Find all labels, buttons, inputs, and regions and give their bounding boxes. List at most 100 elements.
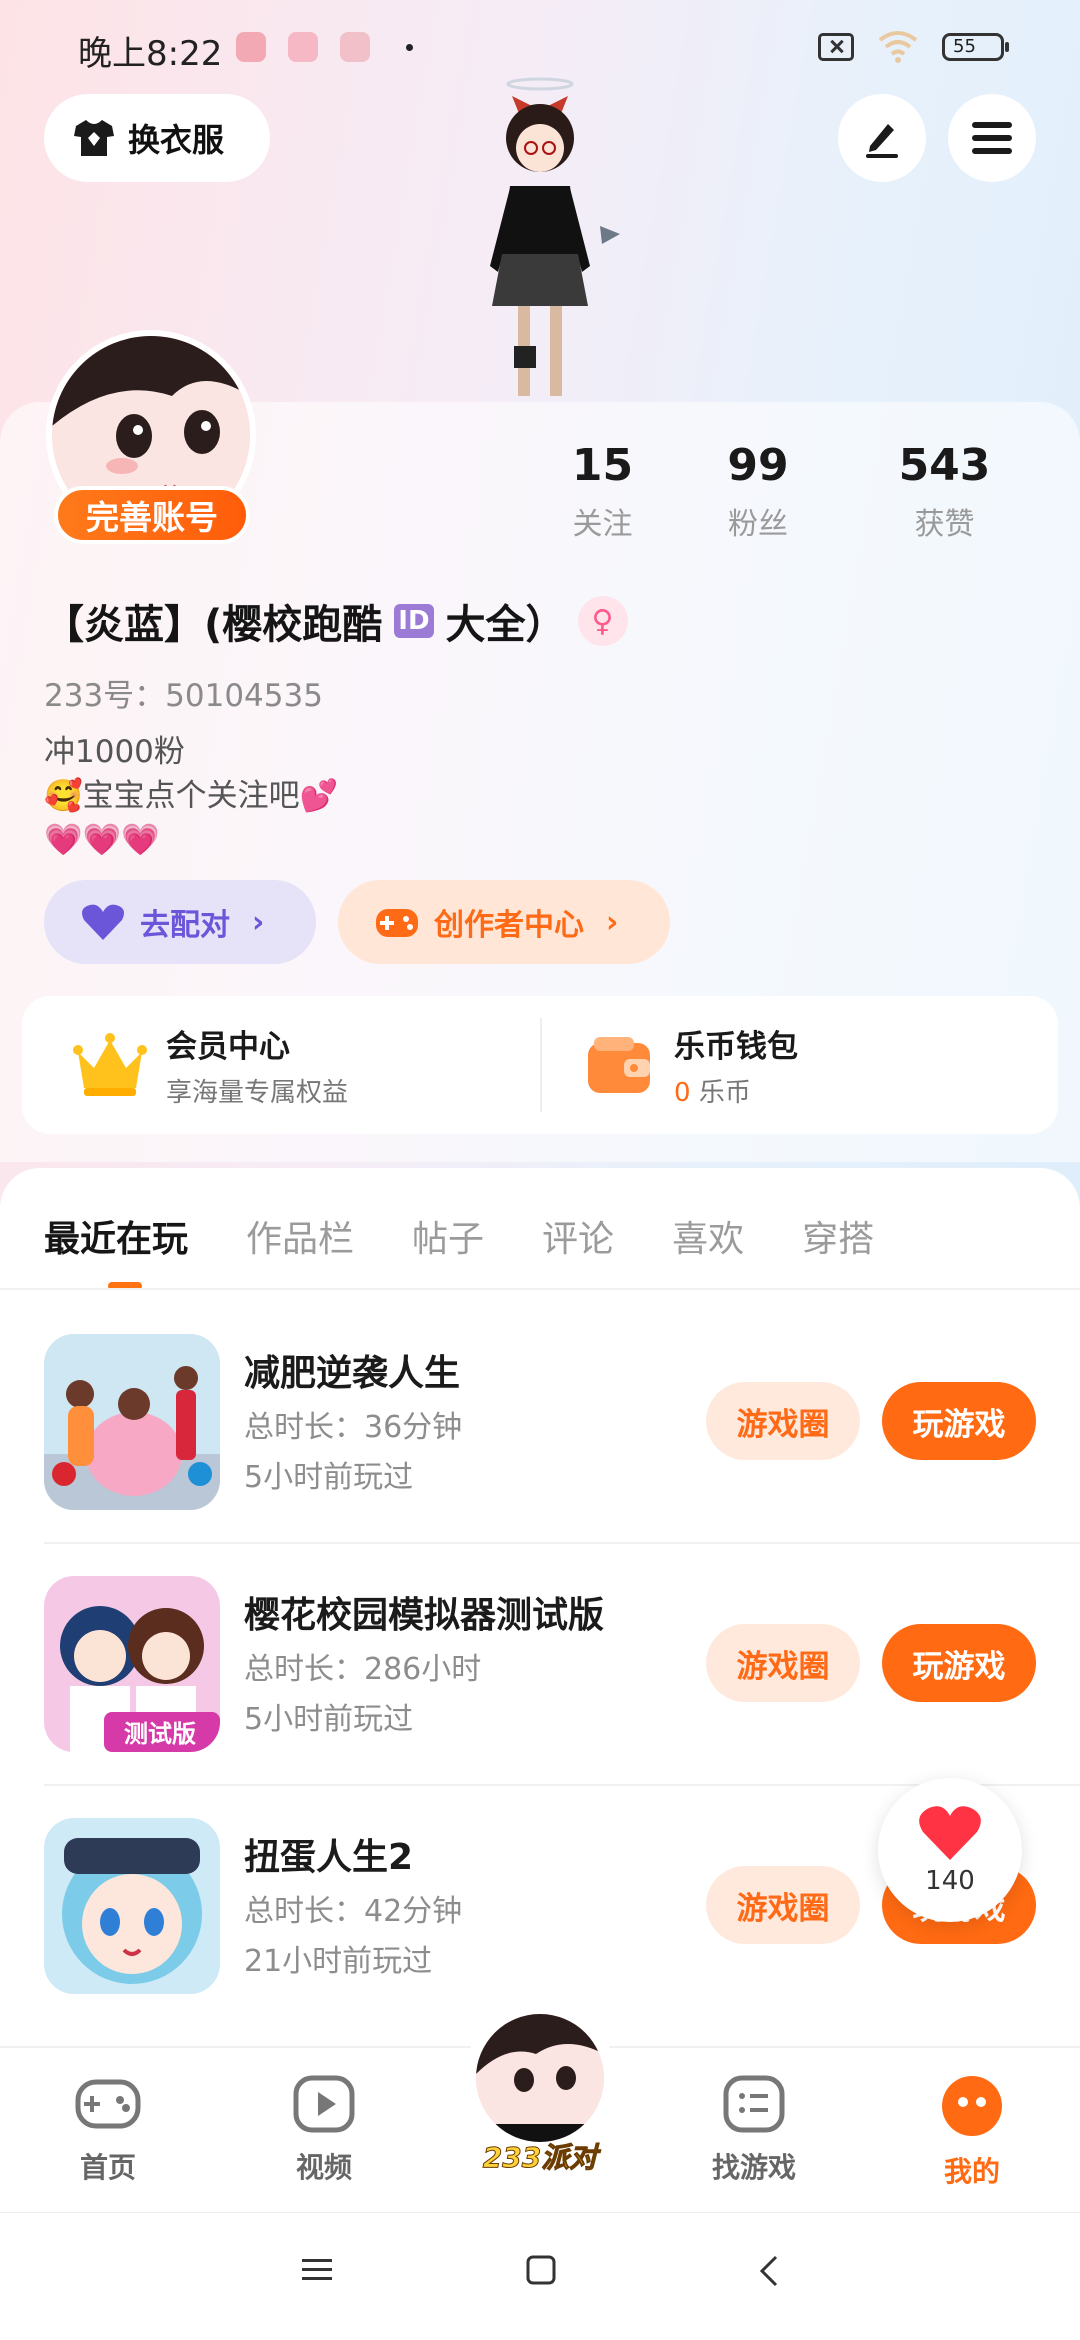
change-outfit-label: 换衣服 [128,121,225,159]
gamepad-icon [376,909,418,937]
nav-find-game[interactable]: 找游戏 [694,2074,814,2186]
nav-home[interactable]: 首页 [48,2074,168,2186]
tab-comments[interactable]: 评论 [542,1210,614,1262]
member-center-title: 会员中心 [166,1029,290,1065]
battery-indicator: 55 [942,33,1009,61]
system-navigation-bar [0,2212,1080,2340]
user-nickname: 【炎蓝】(樱校跑酷 ID 大全） ♀ [44,592,628,650]
notification-app-icon [340,32,370,62]
nav-video-label: 视频 [295,2151,352,2184]
heart-icon [919,1806,981,1860]
notification-icons [236,32,413,62]
play-game-button[interactable]: 玩游戏 [882,1382,1036,1460]
more-notifications-dot [406,43,413,51]
tab-outfits[interactable]: 穿搭 [802,1210,874,1262]
menu-button[interactable] [948,94,1036,182]
status-time: 晚上8:22 [78,34,223,74]
nav-mine-label: 我的 [943,2155,1000,2188]
game-thumbnail [44,1334,220,1510]
change-outfit-button[interactable]: 换衣服 [44,94,270,182]
tab-recently-played[interactable]: 最近在玩 [44,1210,188,1262]
user-id: 233号：50104535 [44,678,323,714]
tabs-divider [0,1288,1080,1290]
complete-account-badge[interactable]: 完善账号 [54,486,250,544]
floating-like-button[interactable]: 140 [878,1778,1022,1922]
party-avatar-illustration [476,2014,604,2142]
party-label: 233派对 [482,2141,598,2175]
heart-match-icon [82,904,124,940]
nav-mine[interactable]: 我的 [912,2074,1032,2190]
game-duration: 总时长：286小时 [244,1652,482,1687]
stat-following-label: 关注 [572,507,633,542]
recent-apps-icon[interactable] [302,2257,332,2283]
like-count: 140 [925,1866,975,1896]
game-icon[interactable] [44,1818,220,1994]
nav-find-game-label: 找游戏 [711,2151,796,2184]
stat-following-count: 15 [571,440,634,491]
vip-divider [540,1018,542,1112]
party-avatar [476,2014,604,2142]
game-icon[interactable]: 测试版 [44,1576,220,1752]
nav-video[interactable]: 视频 [264,2074,384,2186]
me-nav-icon [942,2076,1002,2136]
nav-home-label: 首页 [79,2151,136,2184]
tab-works[interactable]: 作品栏 [246,1210,354,1262]
play-nav-icon [293,2075,355,2133]
stat-followers-count: 99 [727,440,789,491]
creator-center-label: 创作者中心 [434,908,584,943]
play-game-button[interactable]: 玩游戏 [882,1624,1036,1702]
party-center-button[interactable] [464,2002,616,2154]
game-item[interactable]: 测试版 樱花校园模拟器测试版 总时长：286小时 5小时前玩过 游戏圈 玩游戏 [44,1576,1036,1776]
avatar-character[interactable] [450,76,630,402]
wallet-unit: 乐币 [698,1078,751,1108]
no-sim-icon [818,33,854,61]
game-circle-button[interactable]: 游戏圈 [706,1866,860,1944]
game-thumbnail [44,1818,220,1994]
home-square-icon[interactable] [526,2255,556,2285]
wallet-title: 乐币钱包 [674,1029,798,1065]
stat-followers-label: 粉丝 [728,507,788,542]
chevron-right-icon: › [606,904,619,940]
tab-posts[interactable]: 帖子 [412,1210,484,1262]
game-duration: 总时长：36分钟 [244,1410,463,1445]
game-circle-button[interactable]: 游戏圈 [706,1624,860,1702]
tab-likes[interactable]: 喜欢 [672,1210,744,1262]
match-button[interactable]: 去配对 › [44,880,316,964]
list-nav-icon [723,2075,785,2133]
creator-center-button[interactable]: 创作者中心 › [338,880,670,964]
crown-icon [73,1033,147,1096]
game-last-played: 5小时前玩过 [244,1702,414,1737]
stat-likes-count: 543 [898,440,991,491]
gamepad-nav-icon [75,2079,141,2129]
wallet-balance: 0 乐币 [674,1072,798,1109]
game-name: 减肥逆袭人生 [244,1353,461,1394]
game-icon[interactable] [44,1334,220,1510]
member-center-subtitle: 享海量专属权益 [166,1078,349,1108]
edit-profile-button[interactable] [838,94,926,182]
vip-card: 会员中心 享海量专属权益 乐币钱包 0 乐币 [22,996,1058,1134]
game-circle-button[interactable]: 游戏圈 [706,1382,860,1460]
nickname-text-2: 大全） [445,602,566,648]
profile-tabs: 最近在玩 作品栏 帖子 评论 喜欢 穿搭 [44,1210,932,1262]
user-bio: 冲1000粉 🥰宝宝点个关注吧💕 💗💗💗 [44,734,339,858]
notification-app-icon [236,32,266,62]
game-name: 樱花校园模拟器测试版 [244,1595,605,1636]
wallet-entry[interactable]: 乐币钱包 0 乐币 [584,996,798,1134]
id-emoji-tag: ID [394,604,434,638]
member-center-entry[interactable]: 会员中心 享海量专属权益 [72,996,348,1134]
game-last-played: 21小时前玩过 [244,1944,433,1979]
wallet-icon [588,1037,650,1093]
game-item[interactable]: 减肥逆袭人生 总时长：36分钟 5小时前玩过 游戏圈 玩游戏 [44,1334,1036,1534]
back-icon[interactable] [758,2255,780,2287]
stat-likes[interactable]: 543 获赞 [851,440,1038,543]
match-label: 去配对 [140,908,230,943]
stat-following[interactable]: 15 关注 [540,440,665,543]
test-version-badge: 测试版 [124,1720,196,1748]
stat-followers[interactable]: 99 粉丝 [665,440,851,543]
nickname-text-1: 【炎蓝】(樱校跑酷 [44,602,383,648]
chevron-right-icon: › [252,904,265,940]
pen-icon [866,124,898,158]
wifi-icon [878,31,918,63]
notification-app-icon [288,32,318,62]
female-gender-icon: ♀ [577,596,628,646]
